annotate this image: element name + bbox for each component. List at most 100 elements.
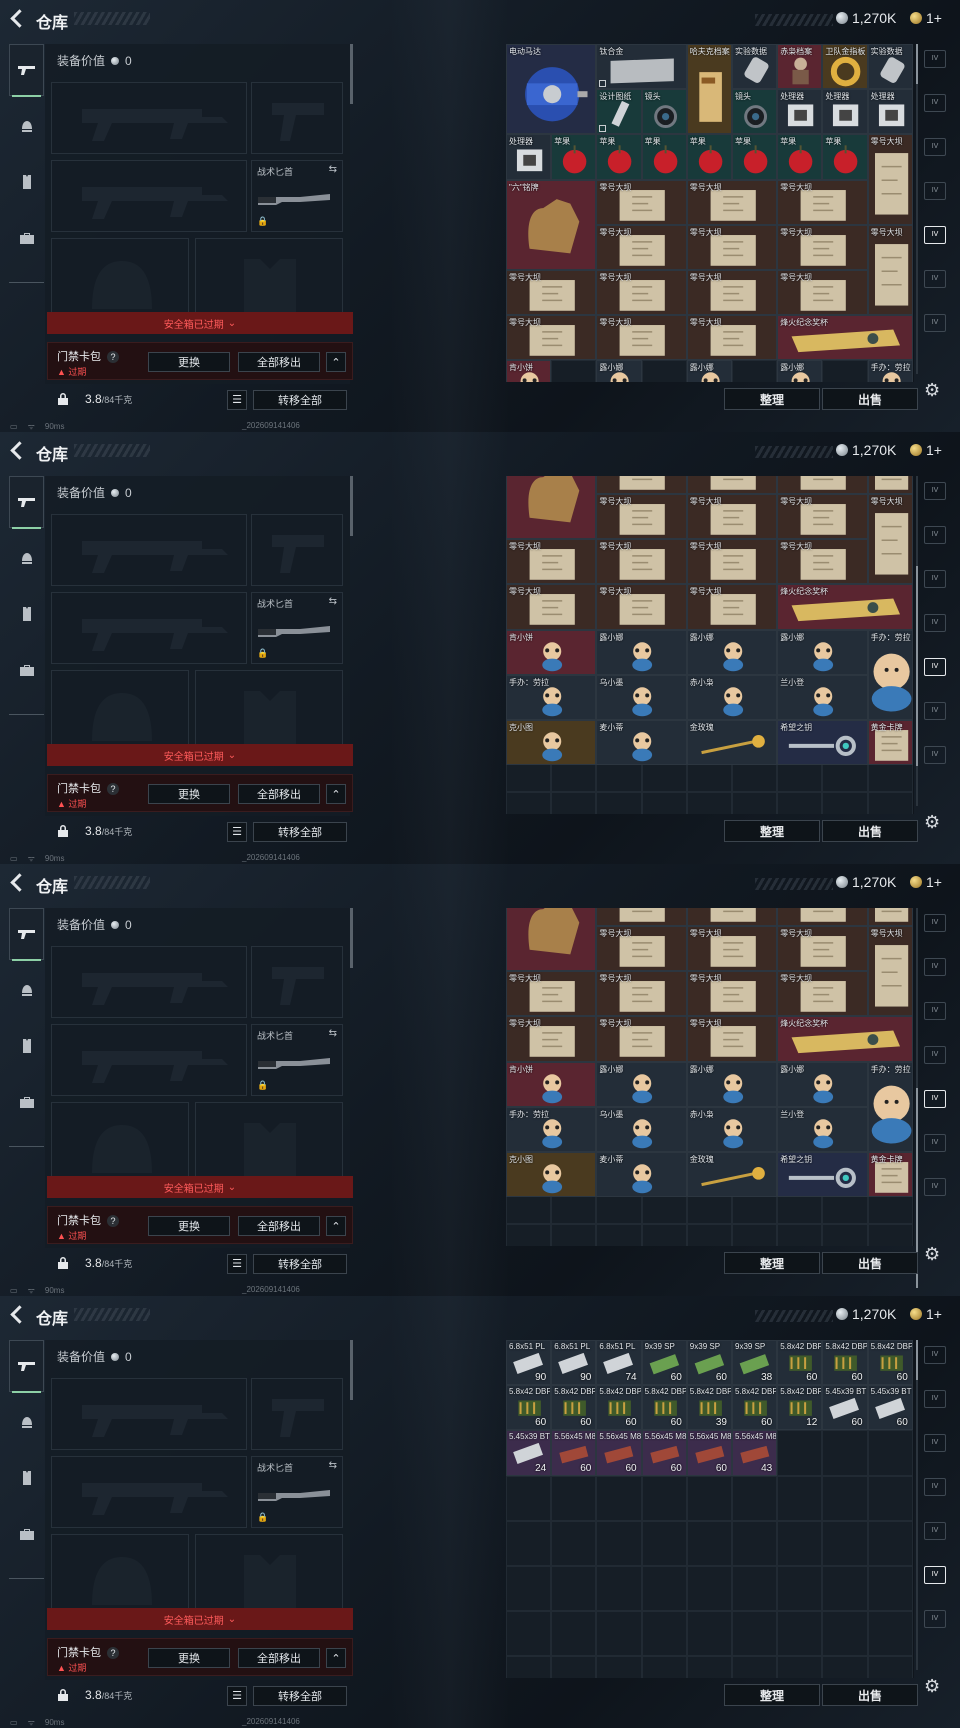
stash-item[interactable]: 零号大坝: [596, 971, 687, 1017]
stash-item[interactable]: 苹果: [641, 134, 687, 180]
grid-cell[interactable]: [686, 1656, 732, 1678]
armor-slot[interactable]: [195, 1102, 343, 1179]
grid-cell[interactable]: [551, 1520, 597, 1566]
stash-item[interactable]: 手办：劳拉: [867, 360, 913, 382]
stash-item[interactable]: 零号大坝: [686, 224, 778, 270]
stash-item[interactable]: 5.8x42 DBP10+P 60: [777, 1340, 823, 1386]
stash-item[interactable]: 零号大坝: [686, 971, 778, 1017]
grid-cell[interactable]: [732, 1520, 778, 1566]
grid-cell[interactable]: [506, 1656, 552, 1678]
silver-currency[interactable]: 1,270K: [836, 10, 896, 26]
stash-item[interactable]: 处理器: [822, 89, 868, 135]
grid-cell[interactable]: [641, 792, 687, 814]
sell-button[interactable]: 出售: [822, 1252, 918, 1274]
grid-cell[interactable]: [777, 1656, 823, 1678]
stash-page-icon[interactable]: IV: [924, 526, 946, 544]
equipment-scrollbar[interactable]: [350, 44, 353, 104]
grid-cell[interactable]: [867, 1656, 913, 1678]
stash-item[interactable]: 5.56x45 M855A1 43: [732, 1430, 778, 1476]
grid-cell[interactable]: [777, 1566, 823, 1612]
primary-weapon-slot[interactable]: [51, 946, 247, 1018]
stash-page-icon[interactable]: IV: [924, 226, 946, 244]
equipment-scrollbar[interactable]: [350, 476, 353, 536]
grid-cell[interactable]: [732, 1475, 778, 1521]
grid-cell[interactable]: [867, 1520, 913, 1566]
tab-helmet[interactable]: [9, 532, 44, 584]
stash-item[interactable]: 露小娜: [596, 360, 642, 382]
grid-cell[interactable]: [506, 1224, 552, 1246]
stash-page-icon[interactable]: IV: [924, 570, 946, 588]
grid-cell[interactable]: [641, 1566, 687, 1612]
grid-cell[interactable]: [551, 1224, 597, 1246]
silver-currency[interactable]: 1,270K: [836, 1306, 896, 1322]
stash-item[interactable]: 镜头: [641, 89, 687, 135]
stash-item[interactable]: 苹果: [732, 134, 778, 180]
stash-item[interactable]: 设计图纸: [596, 89, 642, 135]
sort-button[interactable]: 整理: [724, 388, 820, 410]
stash-page-icon[interactable]: IV: [924, 1434, 946, 1452]
stash-item[interactable]: 兰小登: [777, 1106, 868, 1152]
replace-button[interactable]: 更换: [148, 352, 230, 372]
grid-cell[interactable]: [867, 1566, 913, 1612]
tab-vest[interactable]: [9, 1020, 44, 1072]
help-icon[interactable]: ?: [107, 1215, 119, 1227]
sell-button[interactable]: 出售: [822, 820, 918, 842]
stash-item[interactable]: 零号大坝: [686, 270, 778, 316]
stash-item[interactable]: 5.56x45 M855A1 60: [596, 1430, 642, 1476]
stash-page-icon[interactable]: IV: [924, 1346, 946, 1364]
grid-cell[interactable]: [777, 1520, 823, 1566]
grid-cell[interactable]: [686, 1520, 732, 1566]
stash-item[interactable]: 零号大坝: [686, 1016, 778, 1062]
grid-cell[interactable]: [596, 1520, 642, 1566]
stash-scroll-thumb[interactable]: [916, 44, 918, 84]
back-icon[interactable]: [10, 8, 28, 28]
stash-item[interactable]: 露小娜: [777, 1061, 868, 1107]
stash-item[interactable]: 零号大坝: [506, 1016, 597, 1062]
stash-item[interactable]: "六"铭牌: [506, 179, 597, 270]
stash-item[interactable]: 5.56x45 M855A1 60: [686, 1430, 732, 1476]
grid-cell[interactable]: [551, 1475, 597, 1521]
stash-item[interactable]: 零号大坝: [596, 494, 687, 540]
stash-item[interactable]: 5.8x42 DBP10 12: [777, 1385, 823, 1431]
back-icon[interactable]: [10, 440, 28, 460]
grid-cell[interactable]: [732, 1224, 778, 1246]
grid-cell[interactable]: [867, 792, 913, 814]
stash-item[interactable]: [777, 476, 868, 494]
stash-item[interactable]: 黄金卡牌: [867, 1152, 913, 1198]
stash-item[interactable]: 露小娜: [686, 360, 732, 382]
remove-all-button[interactable]: 全部移出: [238, 1216, 320, 1236]
stash-page-icon[interactable]: IV: [924, 658, 946, 676]
stash-item[interactable]: 零号大坝: [506, 270, 597, 316]
list-icon[interactable]: ☰: [227, 1686, 247, 1706]
grid-cell[interactable]: [506, 792, 552, 814]
grid-cell[interactable]: [822, 1611, 868, 1657]
stash-item[interactable]: 5.8x42 DBP10+P 60: [506, 1385, 552, 1431]
stash-page-icon[interactable]: IV: [924, 1178, 946, 1196]
grid-cell[interactable]: [596, 1611, 642, 1657]
stash-page-icon[interactable]: IV: [924, 702, 946, 720]
grid-cell[interactable]: [641, 1224, 687, 1246]
stash-item[interactable]: 手办：劳拉: [506, 674, 597, 720]
stash-page-icon[interactable]: IV: [924, 614, 946, 632]
grid-cell[interactable]: [867, 1611, 913, 1657]
stash-item[interactable]: 6.8x51 PL 74: [596, 1340, 642, 1386]
stash-scroll-thumb[interactable]: [916, 1340, 918, 1380]
help-icon[interactable]: ?: [107, 351, 119, 363]
stash-item[interactable]: 零号大坝: [777, 971, 868, 1017]
back-icon[interactable]: [10, 1304, 28, 1324]
stash-page-icon[interactable]: IV: [924, 182, 946, 200]
stash-page-icon[interactable]: IV: [924, 746, 946, 764]
stash-item[interactable]: 露小娜: [777, 360, 823, 382]
stash-scroll-thumb[interactable]: [916, 566, 918, 766]
stash-item[interactable]: 苹果: [551, 134, 597, 180]
stash-item[interactable]: 苹果: [777, 134, 823, 180]
sell-button[interactable]: 出售: [822, 1684, 918, 1706]
melee-slot[interactable]: 战术匕首 ⇆ 🔒: [251, 1024, 343, 1096]
grid-cell[interactable]: [641, 1475, 687, 1521]
list-icon[interactable]: ☰: [227, 822, 247, 842]
stash-item[interactable]: 9x39 SP 38: [732, 1340, 778, 1386]
stash-item[interactable]: 零号大坝: [596, 270, 687, 316]
stash-item[interactable]: 零号大坝: [506, 584, 597, 630]
stash-item[interactable]: 克小图: [506, 720, 597, 766]
stash-item[interactable]: 零号大坝: [596, 224, 687, 270]
